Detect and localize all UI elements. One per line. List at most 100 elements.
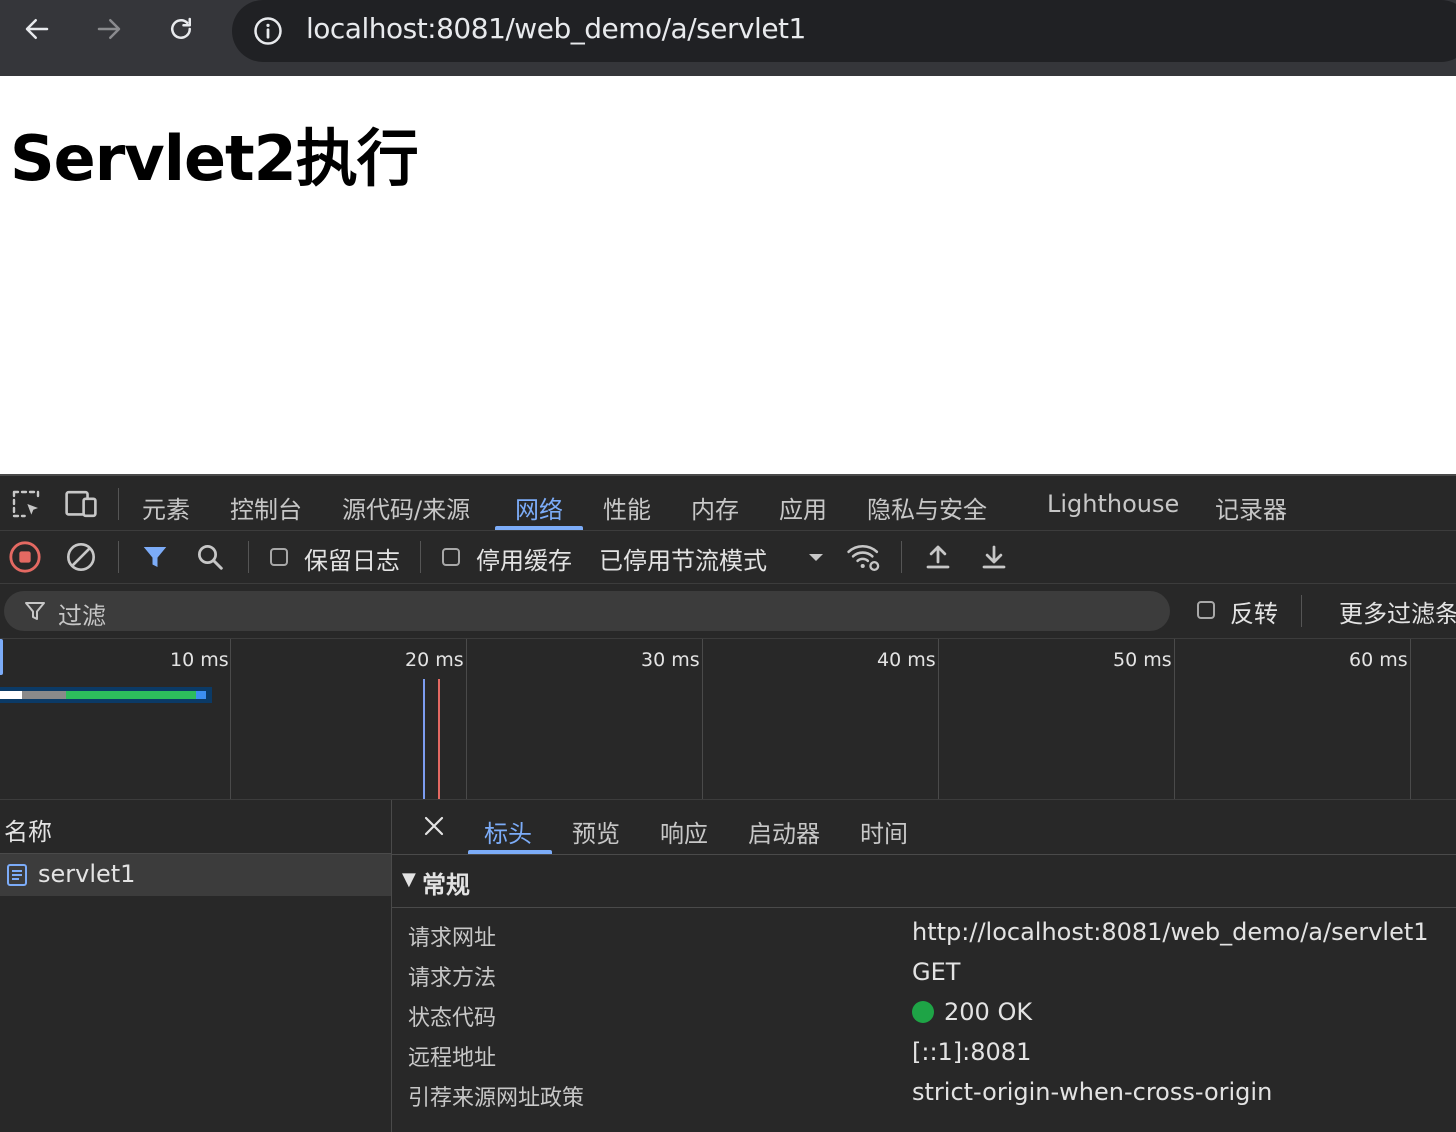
domcontentloaded-marker [423,679,425,799]
filter-bar: 过滤 反转 更多过滤条 [0,584,1456,639]
network-conditions-icon[interactable] [846,539,882,575]
record-button[interactable] [7,539,43,575]
toolbar-divider [901,541,902,573]
device-toolbar-icon[interactable] [63,486,99,522]
header-key: 状态代码 [408,1006,497,1031]
dropdown-arrow-icon[interactable] [798,539,834,575]
header-row-status-code: 状态代码 200 OK [392,996,1456,1036]
tick-label: 20 ms [405,649,464,671]
tick-label: 50 ms [1113,649,1172,671]
general-section-header[interactable]: ▼ 常规 [392,855,1456,908]
name-column-label: 名称 [4,818,52,846]
invert-label[interactable]: 反转 [1230,594,1278,629]
funnel-icon [22,598,48,624]
timeline-gridline [230,639,231,799]
export-har-button[interactable] [976,539,1012,575]
network-toolbar: 保留日志 停用缓存 已停用节流模式 [0,531,1456,584]
status-text: 200 OK [944,998,1033,1026]
import-har-button[interactable] [920,539,956,575]
disable-cache-label[interactable]: 停用缓存 [476,541,572,576]
upload-icon [926,545,950,569]
detail-tabs: 标头 预览 响应 启动器 时间 [392,800,1456,855]
header-row-referrer-policy: 引荐来源网址政策 strict-origin-when-cross-origin [392,1076,1456,1116]
tab-privacy-security[interactable]: 隐私与安全 [867,490,987,525]
tab-memory[interactable]: 内存 [691,490,739,525]
filter-toggle-button[interactable] [137,539,173,575]
throttling-select[interactable]: 已停用节流模式 [599,541,767,576]
close-icon [424,816,444,836]
timeline-gridline [1174,639,1175,799]
tab-application[interactable]: 应用 [779,490,827,525]
toolbar-divider [420,541,421,573]
devtools-panel: 元素 控制台 源代码/来源 网络 性能 内存 应用 隐私与安全 Lighthou… [0,474,1456,1132]
arrow-right-icon [97,19,121,39]
tab-sources[interactable]: 源代码/来源 [342,490,470,525]
header-value: [::1]:8081 [912,1038,1032,1066]
clear-button[interactable] [63,539,99,575]
tab-console[interactable]: 控制台 [230,490,302,525]
expand-triangle-icon: ▼ [402,869,416,890]
header-key: 请求网址 [408,926,497,951]
tab-performance[interactable]: 性能 [603,490,651,525]
request-name: servlet1 [38,860,136,888]
filter-input[interactable]: 过滤 [4,591,1170,631]
inspect-element-icon[interactable] [8,486,44,522]
section-title: 常规 [422,871,470,899]
timeline-gridline [702,639,703,799]
tick-label: 30 ms [641,649,700,671]
filter-placeholder: 过滤 [58,602,106,630]
header-key: 请求方法 [408,966,497,991]
header-value: http://localhost:8081/web_demo/a/servlet… [912,918,1429,946]
waterfall-stalled [22,691,66,699]
tab-initiator[interactable]: 启动器 [748,814,820,849]
tab-timing[interactable]: 时间 [860,814,908,849]
preserve-log-label[interactable]: 保留日志 [304,541,400,576]
arrow-left-icon [25,19,49,39]
header-value: strict-origin-when-cross-origin [912,1078,1273,1106]
toolbar-divider [248,541,249,573]
reload-button[interactable] [160,8,202,50]
tab-lighthouse[interactable]: Lighthouse [1047,490,1179,518]
more-filters-button[interactable]: 更多过滤条 [1339,594,1456,629]
request-row[interactable]: servlet1 [0,854,391,896]
header-row-remote-address: 远程地址 [::1]:8081 [392,1036,1456,1076]
site-info-icon[interactable] [250,13,286,49]
document-icon [7,864,27,886]
timeline-gridline [1410,639,1411,799]
waterfall-queueing [0,691,22,699]
header-key: 引荐来源网址政策 [408,1086,585,1111]
waterfall-waiting [66,691,196,699]
name-column-header[interactable]: 名称 [0,800,391,854]
invert-checkbox[interactable] [1197,601,1215,619]
tab-network[interactable]: 网络 [515,490,563,525]
tab-preview[interactable]: 预览 [572,814,620,849]
page-content: Servlet2执行 [0,76,1456,474]
request-detail-panel: 标头 预览 响应 启动器 时间 ▼ 常规 请求网址 http://localho… [392,800,1456,1132]
search-button[interactable] [192,539,228,575]
header-value: GET [912,958,961,986]
toolbar-divider [118,488,119,520]
tab-recorder[interactable]: 记录器 [1215,490,1287,525]
tick-label: 60 ms [1349,649,1408,671]
header-row-request-method: 请求方法 GET [392,956,1456,996]
timeline-gridline [938,639,939,799]
network-overview-timeline[interactable]: 10 ms 20 ms 30 ms 40 ms 50 ms 60 ms [0,639,1456,800]
toolbar-divider [118,541,119,573]
reload-icon [171,17,191,39]
browser-toolbar: localhost:8081/web_demo/a/servlet1 [0,0,1456,76]
close-detail-button[interactable] [420,812,448,840]
disable-cache-checkbox[interactable] [442,548,460,566]
tab-elements[interactable]: 元素 [142,490,190,525]
address-bar[interactable]: localhost:8081/web_demo/a/servlet1 [232,0,1456,62]
active-tab-indicator [468,850,552,854]
funnel-icon [143,547,167,567]
forward-button[interactable] [88,8,130,50]
url-text[interactable]: localhost:8081/web_demo/a/servlet1 [306,12,806,45]
back-button[interactable] [16,8,58,50]
download-icon [982,545,1006,569]
timeline-left-handle[interactable] [0,639,3,675]
tab-response[interactable]: 响应 [660,814,708,849]
tick-label: 10 ms [170,649,229,671]
tab-headers[interactable]: 标头 [484,814,532,849]
preserve-log-checkbox[interactable] [270,548,288,566]
